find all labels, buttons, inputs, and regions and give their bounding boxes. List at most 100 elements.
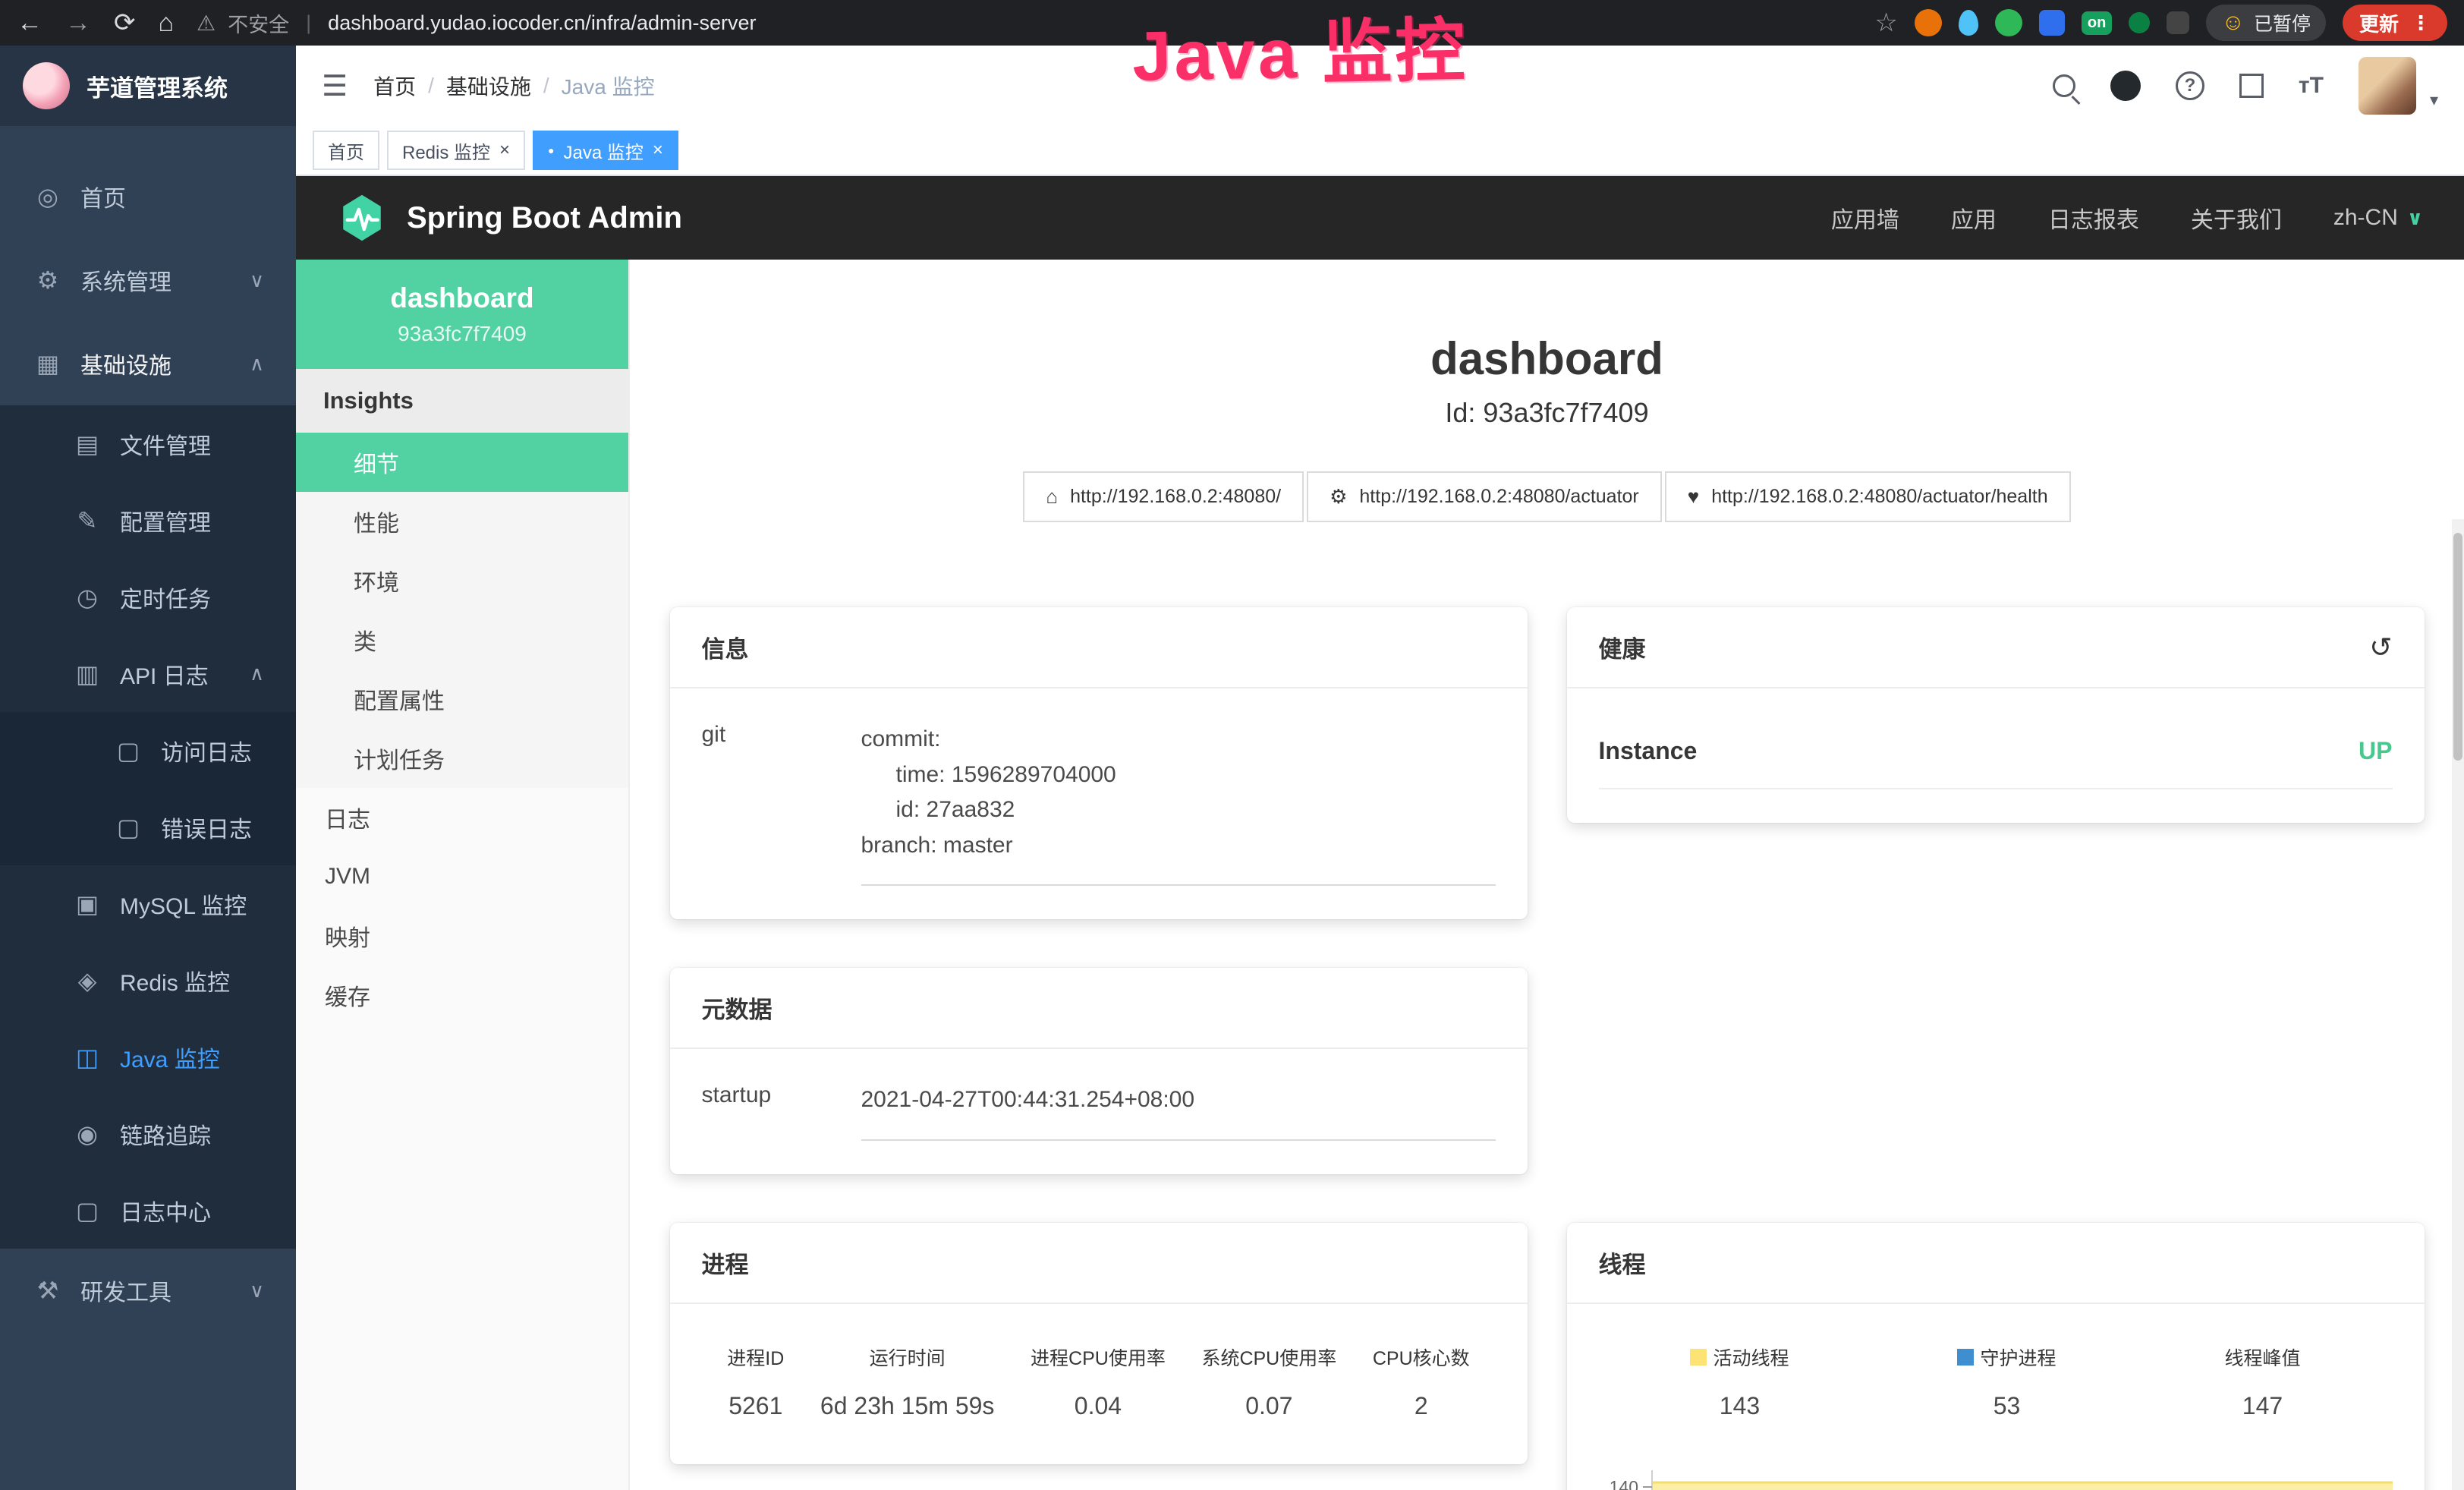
legend-daemon-threads[interactable]: 守护进程 53 bbox=[1957, 1344, 2056, 1420]
side-item-performance[interactable]: 性能 bbox=[296, 492, 628, 551]
bookmark-star-icon[interactable]: ☆ bbox=[1874, 10, 1897, 36]
sidebar-item-system[interactable]: ⚙ 系统管理 ∨ bbox=[0, 238, 296, 322]
sidebar-item-home[interactable]: ◎ 首页 bbox=[0, 155, 296, 238]
history-icon[interactable]: ↺ bbox=[2369, 632, 2392, 663]
side-item-scheduled[interactable]: 计划任务 bbox=[296, 729, 628, 788]
tab-label: 首页 bbox=[328, 137, 364, 164]
sba-nav-about[interactable]: 关于我们 bbox=[2191, 201, 2282, 235]
side-item-details[interactable]: 细节 bbox=[296, 433, 628, 492]
service-url-link[interactable]: ⌂ http://192.168.0.2:48080/ bbox=[1023, 471, 1304, 522]
close-icon[interactable]: × bbox=[499, 140, 510, 161]
instance-header[interactable]: dashboard 93a3fc7f7409 bbox=[296, 260, 628, 369]
leaf-extension-icon[interactable] bbox=[2129, 12, 2150, 33]
scrollbar-thumb[interactable] bbox=[2453, 533, 2462, 761]
sba-nav-applications[interactable]: 应用 bbox=[1951, 201, 1997, 235]
sidebar-item-scheduled-tasks[interactable]: ◷ 定时任务 bbox=[0, 559, 296, 635]
side-item-mappings[interactable]: 映射 bbox=[296, 906, 628, 966]
sidebar-item-redis-monitor[interactable]: ◈ Redis 监控 bbox=[0, 942, 296, 1019]
paused-chip[interactable]: ☺ 已暂停 bbox=[2206, 5, 2326, 41]
hamburger-icon[interactable]: ☰ bbox=[322, 69, 348, 103]
font-size-icon[interactable]: тT bbox=[2299, 73, 2324, 99]
infrastructure-icon: ▦ bbox=[32, 349, 64, 378]
info-line: branch: master bbox=[861, 828, 1496, 864]
side-item-classes[interactable]: 类 bbox=[296, 610, 628, 669]
process-col-value: 0.04 bbox=[1031, 1392, 1166, 1420]
puzzle-extension-icon[interactable] bbox=[2167, 11, 2189, 34]
sidebar-item-log-center[interactable]: ▢ 日志中心 bbox=[0, 1172, 296, 1249]
grid-extension-icon[interactable] bbox=[2039, 10, 2065, 36]
wrench-icon: ⚙ bbox=[1330, 485, 1347, 509]
reload-icon[interactable]: ⟳ bbox=[114, 10, 136, 36]
tab-redis-monitor[interactable]: Redis 监控 × bbox=[387, 131, 525, 170]
legend-live-threads[interactable]: 活动线程 143 bbox=[1690, 1344, 1789, 1420]
insights-group-label[interactable]: Insights bbox=[296, 369, 628, 433]
info-key: git bbox=[702, 722, 861, 886]
green-extension-icon[interactable] bbox=[1995, 9, 2022, 36]
health-instance-row[interactable]: Instance UP bbox=[1599, 722, 2393, 789]
back-icon[interactable]: ← bbox=[17, 10, 42, 36]
info-card: 信息 git commit: time: 1596289704000 id: 2… bbox=[670, 607, 1528, 919]
tab-java-monitor[interactable]: ● Java 监控 × bbox=[533, 131, 678, 170]
info-line: id: 27aa832 bbox=[861, 792, 1496, 828]
side-item-logs[interactable]: 日志 bbox=[296, 788, 628, 847]
browser-menu-kebab-icon[interactable]: ⋮ bbox=[2411, 11, 2431, 35]
chevron-down-icon: ∨ bbox=[250, 1279, 264, 1303]
process-col-label: 进程CPU使用率 bbox=[1031, 1344, 1166, 1371]
update-button[interactable]: 更新 ⋮ bbox=[2343, 5, 2447, 41]
fox-extension-icon[interactable] bbox=[1915, 9, 1942, 36]
sidebar-item-access-logs[interactable]: ▢ 访问日志 bbox=[0, 712, 296, 789]
sidebar-item-error-logs[interactable]: ▢ 错误日志 bbox=[0, 789, 296, 865]
health-url-link[interactable]: ♥ http://192.168.0.2:48080/actuator/heal… bbox=[1665, 471, 2071, 522]
fullscreen-icon[interactable] bbox=[2239, 74, 2264, 98]
page-scrollbar[interactable] bbox=[2452, 519, 2464, 1490]
sidebar-item-label: 文件管理 bbox=[120, 427, 211, 461]
extension-cluster: ☆ on ☺ 已暂停 更新 ⋮ bbox=[1874, 5, 2447, 41]
avatar-caret-icon[interactable]: ▾ bbox=[2430, 90, 2438, 110]
legend-label: 活动线程 bbox=[1713, 1344, 1789, 1371]
process-col-label: 运行时间 bbox=[820, 1344, 995, 1371]
tab-home[interactable]: 首页 bbox=[313, 131, 379, 170]
search-icon[interactable] bbox=[2053, 74, 2075, 97]
legend-value: 147 bbox=[2224, 1392, 2300, 1420]
page-subtitle: Id: 93a3fc7f7409 bbox=[630, 397, 2464, 429]
sidebar-item-file-management[interactable]: ▤ 文件管理 bbox=[0, 405, 296, 482]
metadata-key: startup bbox=[702, 1082, 861, 1141]
url-text[interactable]: dashboard.yudao.iocoder.cn/infra/admin-s… bbox=[328, 11, 756, 35]
address-bar[interactable]: ⚠ 不安全 | dashboard.yudao.iocoder.cn/infra… bbox=[197, 8, 756, 38]
home-menu-icon: ◎ bbox=[32, 182, 64, 211]
sidebar-item-infrastructure[interactable]: ▦ 基础设施 ∧ bbox=[0, 322, 296, 405]
metadata-card-body: startup 2021-04-27T00:44:31.254+08:00 bbox=[670, 1049, 1528, 1174]
breadcrumb-infrastructure[interactable]: 基础设施 bbox=[446, 71, 531, 101]
breadcrumb: 首页 / 基础设施 / Java 监控 bbox=[373, 71, 655, 101]
sidebar-item-api-logs[interactable]: ▥ API 日志 ∧ bbox=[0, 635, 296, 712]
side-item-jvm[interactable]: JVM bbox=[296, 847, 628, 906]
sba-nav-journal[interactable]: 日志报表 bbox=[2048, 201, 2139, 235]
side-item-caches[interactable]: 缓存 bbox=[296, 966, 628, 1025]
language-selector[interactable]: zh-CN ∨ bbox=[2333, 205, 2423, 231]
sidebar-item-mysql-monitor[interactable]: ▣ MySQL 监控 bbox=[0, 865, 296, 942]
close-icon[interactable]: × bbox=[653, 140, 663, 161]
home-icon[interactable]: ⌂ bbox=[159, 10, 175, 36]
app-logo[interactable]: 芋道管理系统 bbox=[0, 46, 296, 126]
threads-area-chart: 140 120 100 bbox=[1599, 1457, 2393, 1490]
on-badge-icon[interactable]: on bbox=[2082, 11, 2112, 35]
drop-extension-icon[interactable] bbox=[1959, 10, 1978, 36]
forward-icon[interactable]: → bbox=[65, 10, 91, 36]
update-label: 更新 bbox=[2359, 9, 2399, 37]
side-item-config-props[interactable]: 配置属性 bbox=[296, 669, 628, 729]
sba-nav-wallboard[interactable]: 应用墙 bbox=[1831, 201, 1899, 235]
app-frame: 芋道管理系统 ◎ 首页 ⚙ 系统管理 ∨ ▦ 基础设施 ∧ ▤ 文件管理 bbox=[0, 46, 2464, 1490]
info-line: time: 1596289704000 bbox=[861, 758, 1496, 793]
sidebar-item-label: 日志中心 bbox=[120, 1194, 211, 1227]
sidebar-item-dev-tools[interactable]: ⚒ 研发工具 ∨ bbox=[0, 1249, 296, 1332]
side-item-environment[interactable]: 环境 bbox=[296, 551, 628, 610]
user-avatar[interactable] bbox=[2359, 57, 2416, 115]
help-icon[interactable]: ? bbox=[2176, 71, 2204, 100]
actuator-url-link[interactable]: ⚙ http://192.168.0.2:48080/actuator bbox=[1307, 471, 1662, 522]
sidebar-item-config-management[interactable]: ✎ 配置管理 bbox=[0, 482, 296, 559]
sidebar-item-tracing[interactable]: ◉ 链路追踪 bbox=[0, 1095, 296, 1172]
sidebar-item-java-monitor[interactable]: ◫ Java 监控 bbox=[0, 1019, 296, 1095]
github-icon[interactable] bbox=[2110, 71, 2141, 101]
breadcrumb-home[interactable]: 首页 bbox=[373, 71, 416, 101]
sba-brand-title[interactable]: Spring Boot Admin bbox=[407, 201, 682, 235]
